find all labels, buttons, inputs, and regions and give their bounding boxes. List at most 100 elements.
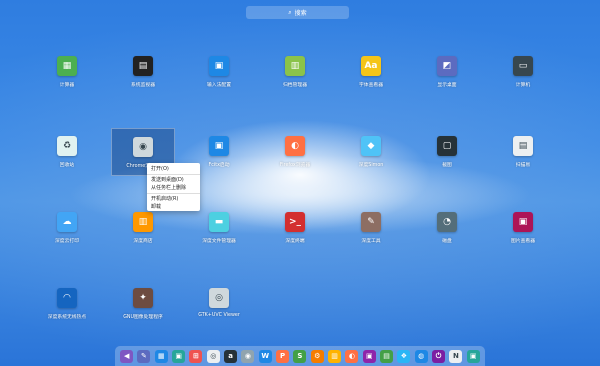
dock-app-15-icon[interactable]: ▣ bbox=[362, 349, 376, 363]
app-label: GNU图像处理程序 bbox=[123, 315, 163, 320]
dock-app-8-icon[interactable]: ◉ bbox=[241, 349, 255, 363]
dock-app-6-icon[interactable]: ◎ bbox=[206, 349, 220, 363]
menu-separator bbox=[147, 174, 200, 175]
app-label: 深度文件管理器 bbox=[202, 239, 236, 244]
power-icon[interactable]: ⏻ bbox=[432, 349, 446, 363]
app-label: 图片查看器 bbox=[511, 239, 535, 244]
app-label: 深度系统无线热点 bbox=[47, 315, 87, 320]
dock: ◀ ✎ ▦ ▣ ⊞ ◎ a ◉ W P S ⚙ ▥ ◐ ▣ ▤ ❖ ◍ ⏻ N ▣ bbox=[115, 346, 485, 366]
trash-icon: ♻ bbox=[57, 136, 77, 156]
archive-manager-icon: ▥ bbox=[285, 56, 305, 76]
dock-app-2-icon[interactable]: ✎ bbox=[137, 349, 151, 363]
app-item[interactable]: ▣ 输入法配置 bbox=[187, 48, 251, 96]
search-label: 搜索 bbox=[294, 10, 307, 17]
dock-app-3-icon[interactable]: ▦ bbox=[154, 349, 168, 363]
menu-item-open[interactable]: 打开(O) bbox=[147, 165, 200, 173]
disk-icon: ◔ bbox=[437, 212, 457, 232]
app-label: Firefox浏览器 bbox=[279, 163, 311, 168]
app-label: 深度终端 bbox=[285, 239, 305, 244]
dock-app-18-icon[interactable]: ◍ bbox=[414, 349, 428, 363]
gimp-icon: ✦ bbox=[133, 288, 153, 308]
menu-item-autostart[interactable]: 开机启动(R) bbox=[147, 195, 200, 203]
paint-brush-icon: ✎ bbox=[361, 212, 381, 232]
app-item[interactable]: ▦ 计算器 bbox=[35, 48, 99, 96]
app-label: 计算器 bbox=[59, 83, 75, 88]
app-item[interactable]: >_ 深度终端 bbox=[263, 204, 327, 252]
app-item[interactable]: ▤ 系统监视器 bbox=[111, 48, 175, 96]
app-label: 截图 bbox=[442, 163, 452, 168]
app-item[interactable]: ▢ 截图 bbox=[415, 128, 479, 176]
app-label: 输入法配置 bbox=[207, 83, 231, 88]
simon-icon: ◆ bbox=[361, 136, 381, 156]
search-icon: ⌕ bbox=[288, 8, 292, 16]
app-label: GTK+UVC Viewer bbox=[198, 313, 240, 318]
app-label: 深度云打印 bbox=[55, 239, 79, 244]
dock-app-16-icon[interactable]: ▤ bbox=[380, 349, 394, 363]
app-label: 扫描易 bbox=[515, 163, 531, 168]
app-item[interactable]: ◔ 磁盘 bbox=[415, 204, 479, 252]
app-label: 归档管理器 bbox=[283, 83, 307, 88]
screenshot-icon: ▢ bbox=[437, 136, 457, 156]
font-viewer-icon: Aa bbox=[361, 56, 381, 76]
terminal-icon: >_ bbox=[285, 212, 305, 232]
webcam-icon: ◎ bbox=[209, 288, 229, 308]
scanner-icon: ▤ bbox=[513, 136, 533, 156]
app-label: 深度工具 bbox=[361, 239, 381, 244]
app-item[interactable]: ▤ 扫描易 bbox=[491, 128, 555, 176]
menu-item-uninstall[interactable]: 卸载 bbox=[147, 203, 200, 211]
dock-app-21-icon[interactable]: ▣ bbox=[466, 349, 480, 363]
app-item[interactable]: ▥ 归档管理器 bbox=[263, 48, 327, 96]
app-item[interactable]: ✦ GNU图像处理程序 bbox=[111, 280, 175, 328]
app-item[interactable]: ✎ 深度工具 bbox=[339, 204, 403, 252]
app-label: 磁盘 bbox=[442, 239, 452, 244]
search-box[interactable]: ⌕ 搜索 bbox=[246, 6, 349, 19]
app-label: 深度Simon bbox=[358, 163, 384, 168]
app-label: 显示桌面 bbox=[437, 83, 457, 88]
dock-app-5-icon[interactable]: ⊞ bbox=[189, 349, 203, 363]
app-label: Fcitx启动 bbox=[208, 163, 230, 168]
app-label: 计算机 bbox=[515, 83, 531, 88]
app-item[interactable]: ◠ 深度系统无线热点 bbox=[35, 280, 99, 328]
dock-app-20-icon[interactable]: N bbox=[449, 349, 463, 363]
app-item[interactable]: ☁ 深度云打印 bbox=[35, 204, 99, 252]
menu-item-send-to-desktop[interactable]: 发送到桌面(D) bbox=[147, 176, 200, 184]
app-item[interactable]: Aa 字体查看器 bbox=[339, 48, 403, 96]
app-label: 回收站 bbox=[59, 163, 75, 168]
wps-presentation-icon[interactable]: P bbox=[276, 349, 290, 363]
wps-spreadsheet-icon[interactable]: S bbox=[293, 349, 307, 363]
dock-app-4-icon[interactable]: ▣ bbox=[172, 349, 186, 363]
app-item[interactable]: ▬ 深度文件管理器 bbox=[187, 204, 251, 252]
dock-app-13-icon[interactable]: ▥ bbox=[328, 349, 342, 363]
menu-item-remove-from-dock[interactable]: 从任务栏上删除 bbox=[147, 184, 200, 192]
context-menu: 打开(O) 发送到桌面(D) 从任务栏上删除 开机启动(R) 卸载 bbox=[147, 163, 200, 211]
app-item[interactable]: ◩ 显示桌面 bbox=[415, 48, 479, 96]
app-item[interactable]: ◆ 深度Simon bbox=[339, 128, 403, 176]
app-item[interactable]: ▭ 计算机 bbox=[491, 48, 555, 96]
settings-icon[interactable]: ⚙ bbox=[310, 349, 324, 363]
wps-writer-icon[interactable]: W bbox=[258, 349, 272, 363]
dock-app-17-icon[interactable]: ❖ bbox=[397, 349, 411, 363]
wifi-hotspot-icon: ◠ bbox=[57, 288, 77, 308]
app-item[interactable]: ♻ 回收站 bbox=[35, 128, 99, 176]
app-item[interactable]: ▣ 图片查看器 bbox=[491, 204, 555, 252]
file-manager-icon: ▬ bbox=[209, 212, 229, 232]
input-method-icon: ▣ bbox=[209, 56, 229, 76]
system-monitor-icon: ▤ bbox=[133, 56, 153, 76]
chrome-icon: ◉ bbox=[133, 137, 153, 157]
calculator-icon: ▦ bbox=[57, 56, 77, 76]
menu-separator bbox=[147, 193, 200, 194]
fcitx-icon: ▣ bbox=[209, 136, 229, 156]
store-icon: ▥ bbox=[133, 212, 153, 232]
show-desktop-icon: ◩ bbox=[437, 56, 457, 76]
launcher-icon[interactable]: ◀ bbox=[120, 349, 134, 363]
app-label: 系统监视器 bbox=[131, 83, 155, 88]
dock-app-7-icon[interactable]: a bbox=[224, 349, 238, 363]
app-item[interactable]: ◎ GTK+UVC Viewer bbox=[187, 280, 251, 328]
cloud-print-icon: ☁ bbox=[57, 212, 77, 232]
computer-icon: ▭ bbox=[513, 56, 533, 76]
dock-app-14-icon[interactable]: ◐ bbox=[345, 349, 359, 363]
app-item[interactable]: ◐ Firefox浏览器 bbox=[263, 128, 327, 176]
firefox-icon: ◐ bbox=[285, 136, 305, 156]
app-item[interactable]: ▥ 深度商店 bbox=[111, 204, 175, 252]
image-viewer-icon: ▣ bbox=[513, 212, 533, 232]
